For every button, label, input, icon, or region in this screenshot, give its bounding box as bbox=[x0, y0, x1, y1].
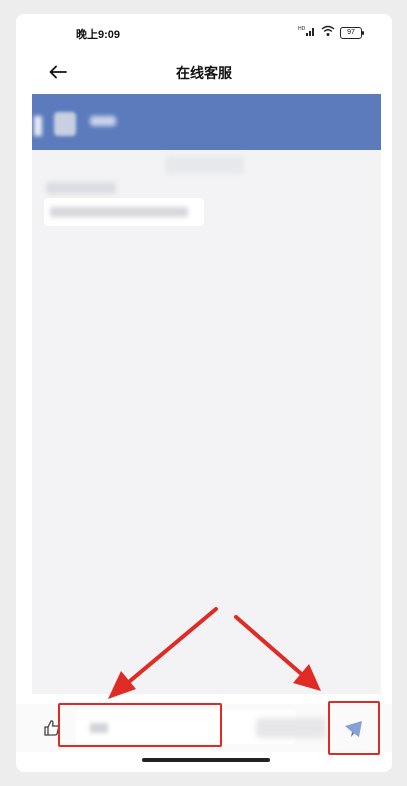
input-highlight-box bbox=[58, 703, 222, 747]
blurred-hint bbox=[256, 718, 326, 738]
agent-avatar bbox=[54, 112, 76, 136]
phone-screen: 晚上9:09 HD 97 在线客服 bbox=[16, 14, 392, 772]
send-highlight-box bbox=[328, 701, 380, 755]
nav-bar: 在线客服 bbox=[16, 52, 392, 92]
wifi-icon bbox=[321, 24, 335, 42]
signal-icon: HD bbox=[298, 24, 316, 42]
chat-webview bbox=[32, 94, 381, 694]
timestamp-blurred bbox=[166, 156, 244, 174]
network-type-label: HD bbox=[298, 26, 306, 32]
header-blurred-element bbox=[34, 116, 42, 136]
status-time: 晚上9:09 bbox=[76, 29, 121, 41]
agent-message-bubble bbox=[44, 198, 204, 226]
message-text-blurred bbox=[50, 207, 188, 217]
battery-icon: 97 bbox=[340, 27, 364, 39]
sender-blurred bbox=[46, 182, 116, 194]
status-bar: 晚上9:09 HD 97 bbox=[16, 14, 392, 50]
page-title: 在线客服 bbox=[176, 65, 232, 81]
status-icons: HD 97 bbox=[298, 24, 364, 42]
agent-name-blurred bbox=[90, 116, 116, 126]
home-indicator bbox=[142, 758, 270, 762]
chat-header bbox=[32, 94, 381, 150]
